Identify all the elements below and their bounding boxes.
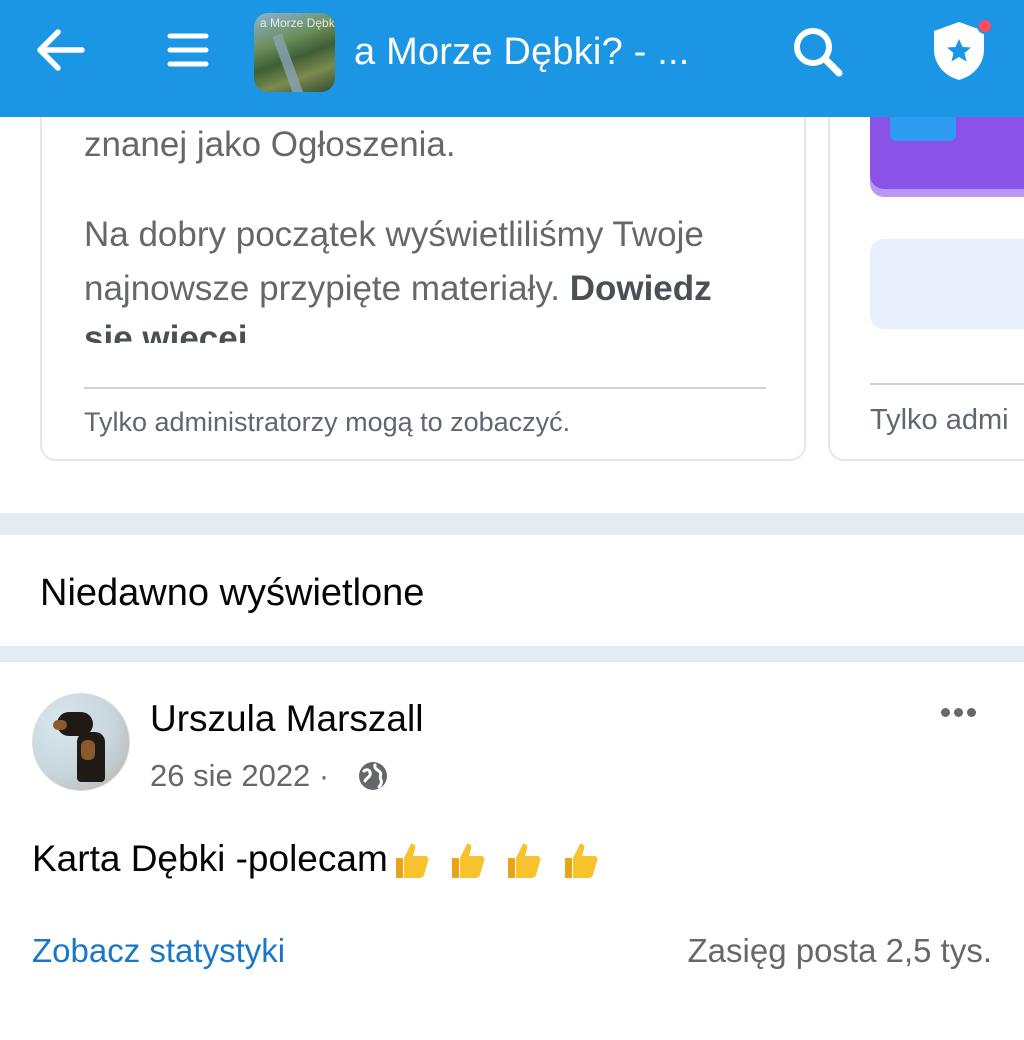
top-app-bar: a Morze Dębk a Morze Dębki? - ...	[0, 0, 1024, 117]
card-divider	[84, 387, 766, 389]
announcement-card[interactable]: znanej jako Ogłoszenia. Na dobry począte…	[40, 117, 806, 461]
learn-more-link-continued[interactable]: się więcej	[84, 319, 247, 343]
group-title[interactable]: a Morze Dębki? - ...	[354, 31, 744, 74]
avatar-dog-chest	[81, 740, 95, 760]
admin-only-note: Tylko admi	[870, 404, 1009, 436]
thumbs-up-icon	[508, 843, 541, 878]
thumbs-up-icon	[564, 843, 597, 878]
card-placeholder-pill	[870, 239, 1024, 329]
post-reach: Zasięg posta 2,5 tys.	[687, 932, 993, 969]
back-button[interactable]	[22, 20, 98, 84]
section-divider	[0, 646, 1024, 662]
thumbs-up-icon	[452, 843, 485, 878]
post-date[interactable]: 26 sie 2022 ·	[150, 758, 329, 794]
group-thumbnail[interactable]: a Morze Dębk	[254, 13, 335, 92]
search-icon	[791, 25, 845, 84]
section-title: Niedawno wyświetlone	[40, 572, 425, 614]
section-divider	[0, 513, 1024, 535]
more-dot	[966, 707, 976, 717]
arrow-left-icon	[34, 28, 86, 77]
post-author[interactable]: Urszula Marszall	[150, 698, 423, 740]
learn-more-link[interactable]: Dowiedz	[570, 269, 712, 308]
card-text-line: znanej jako Ogłoszenia.	[84, 125, 456, 164]
secondary-card[interactable]: Tylko admi	[828, 117, 1024, 461]
thumbnail-text: a Morze Dębk	[260, 16, 335, 30]
avatar[interactable]	[32, 693, 130, 791]
announcements-carousel[interactable]: znanej jako Ogłoszenia. Na dobry począte…	[0, 117, 1024, 513]
thumbnail-river	[272, 33, 306, 92]
card-illustration	[870, 117, 1024, 189]
thumbs-up-icon	[395, 843, 429, 878]
view-insights-link[interactable]: Zobacz statystyki	[32, 932, 285, 970]
post-text-content: Karta Dębki -polecam	[32, 838, 388, 879]
thumbs-up-emoji-group	[392, 840, 607, 883]
globe-icon	[357, 760, 389, 792]
admin-only-note: Tylko administratorzy mogą to zobaczyć.	[84, 407, 571, 437]
hamburger-menu-icon	[167, 30, 209, 75]
post-more-button[interactable]	[930, 692, 986, 732]
card-text-line: najnowsze przypięte materiały. Dowiedz	[84, 269, 712, 309]
card-text-line-cut: się więcej	[84, 319, 247, 343]
menu-button[interactable]	[150, 20, 226, 84]
card-text-normal: najnowsze przypięte materiały.	[84, 269, 560, 308]
avatar-dog-snout	[53, 720, 67, 730]
more-dot	[940, 707, 950, 717]
card-divider	[870, 383, 1024, 385]
illustration-block	[890, 117, 956, 141]
more-dot	[953, 707, 963, 717]
card-text-line: Na dobry początek wyświetliliśmy Twoje	[84, 215, 704, 254]
search-button[interactable]	[782, 20, 854, 88]
post-text: Karta Dębki -polecam	[32, 838, 607, 883]
notification-dot	[977, 18, 993, 34]
